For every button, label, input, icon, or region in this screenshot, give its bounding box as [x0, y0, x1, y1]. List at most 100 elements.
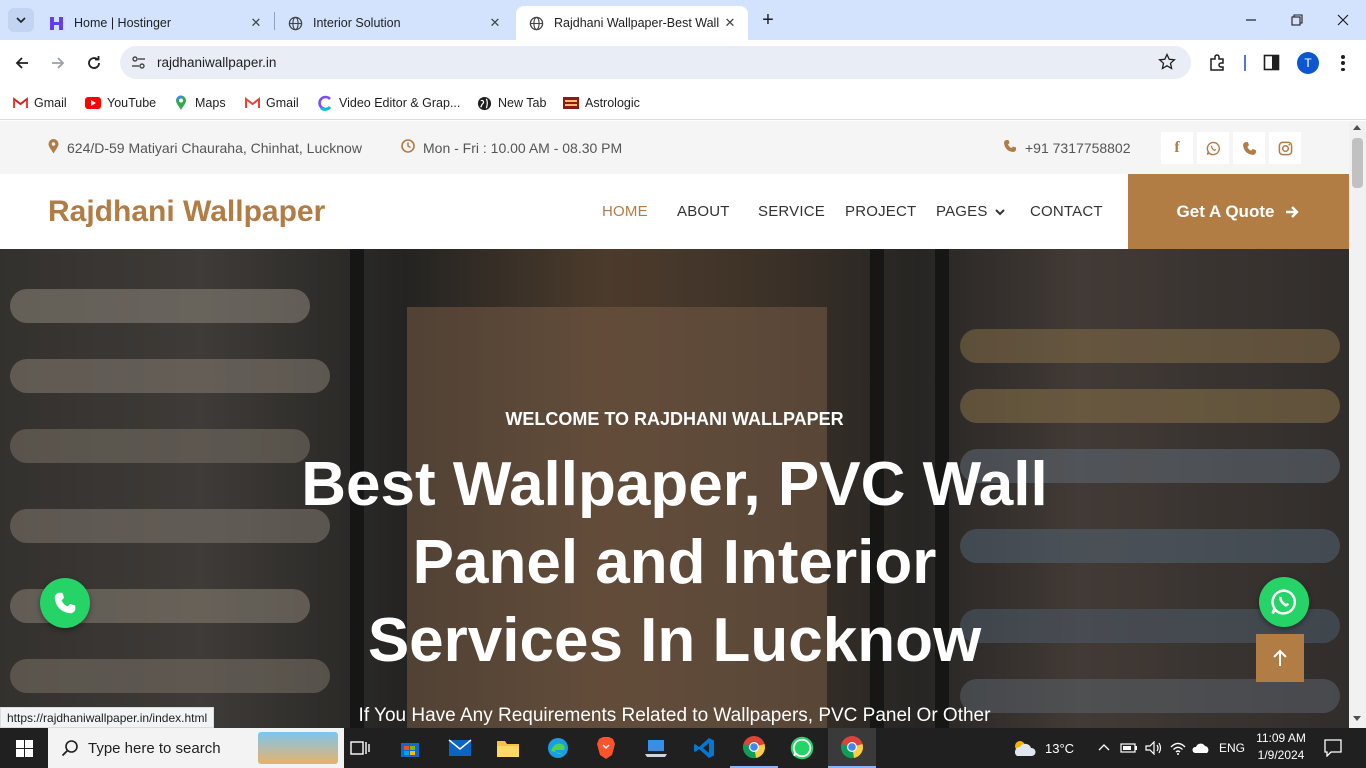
taskbar-chrome-profile[interactable]	[828, 728, 876, 768]
new-tab-button[interactable]: +	[756, 8, 780, 32]
mail-icon	[448, 739, 472, 756]
facebook-icon: f	[1174, 139, 1180, 156]
contact-topbar: 624/D-59 Matiyari Chauraha, Chinhat, Luc…	[0, 121, 1349, 174]
whatsapp-icon	[1271, 589, 1297, 615]
bookmarks-bar: Gmail YouTube Maps Gmail Video Editor & …	[0, 86, 1366, 120]
store-icon	[401, 743, 419, 757]
taskbar-laptop-app[interactable]	[632, 728, 680, 768]
nav-contact[interactable]: CONTACT	[1030, 203, 1103, 220]
start-button[interactable]	[0, 728, 48, 768]
tab-rajdhani-wallpaper[interactable]: Rajdhani Wallpaper-Best Wallpa ✕	[516, 6, 748, 40]
scrollbar-thumb[interactable]	[1352, 138, 1363, 188]
chrome-icon	[743, 736, 765, 759]
hours-info: Mon - Fri : 10.00 AM - 08.30 PM	[401, 139, 622, 156]
close-icon[interactable]: ✕	[485, 15, 505, 31]
get-quote-button[interactable]: Get A Quote	[1128, 174, 1349, 249]
reload-button[interactable]	[79, 48, 109, 78]
bookmark-gmail[interactable]: Gmail	[12, 93, 67, 113]
taskbar-chrome[interactable]	[730, 728, 778, 768]
chevron-down-icon	[994, 208, 1005, 215]
bookmark-new-tab[interactable]: New Tab	[476, 93, 546, 113]
search-icon	[61, 740, 78, 757]
bookmark-label: Gmail	[266, 96, 299, 110]
link-status-bubble: https://rajdhaniwallpaper.in/index.html	[0, 707, 215, 728]
notifications-icon[interactable]	[1324, 739, 1342, 757]
tab-hostinger[interactable]: Home | Hostinger ✕	[36, 6, 274, 40]
scroll-down-arrow-icon[interactable]	[1353, 716, 1361, 721]
nav-project[interactable]: PROJECT	[845, 203, 916, 220]
nav-pages[interactable]: PAGES	[936, 203, 1005, 220]
call-float-button[interactable]	[40, 578, 90, 628]
instagram-icon	[1278, 141, 1292, 155]
close-icon	[1337, 14, 1349, 26]
scroll-up-arrow-icon[interactable]	[1353, 125, 1361, 130]
taskbar-file-explorer[interactable]	[484, 728, 532, 768]
phone-info: +91 7317758802	[1003, 139, 1131, 156]
bookmark-label: Astrologic	[585, 96, 640, 110]
back-button[interactable]	[7, 48, 37, 78]
back-to-top-button[interactable]	[1256, 634, 1304, 682]
close-icon[interactable]: ✕	[720, 15, 740, 31]
clock[interactable]: 11:09 AM 1/9/2024	[1253, 731, 1309, 762]
tab-interior-solution[interactable]: Interior Solution ✕	[275, 6, 513, 40]
arrow-right-icon	[1286, 205, 1300, 218]
get-quote-label: Get A Quote	[1176, 201, 1275, 221]
menu-icon[interactable]	[1336, 53, 1350, 73]
clock-time: 11:09 AM	[1256, 731, 1306, 745]
reload-icon	[88, 56, 100, 69]
site-info-icon[interactable]	[130, 54, 147, 76]
extensions-icon[interactable]	[1208, 53, 1227, 77]
weather-widget[interactable]: 13°C	[1011, 738, 1074, 758]
close-icon[interactable]: ✕	[246, 15, 266, 31]
side-panel-icon[interactable]	[1263, 54, 1280, 76]
address-bar[interactable]: rajdhaniwallpaper.in	[120, 46, 1191, 79]
chrome-icon	[841, 736, 863, 759]
hours-text: Mon - Fri : 10.00 AM - 08.30 PM	[423, 139, 623, 156]
onedrive-icon[interactable]	[1192, 742, 1210, 754]
taskbar-edge[interactable]	[534, 728, 582, 768]
taskbar-whatsapp[interactable]	[778, 728, 826, 768]
phone-icon	[1003, 139, 1017, 156]
address-text: 624/D-59 Matiyari Chauraha, Chinhat, Luc…	[67, 140, 362, 156]
taskbar-vscode[interactable]	[680, 728, 728, 768]
close-window-button[interactable]	[1320, 0, 1366, 40]
bookmark-star-icon[interactable]	[1158, 52, 1176, 76]
task-view-button[interactable]	[336, 728, 384, 768]
volume-icon[interactable]	[1145, 741, 1163, 755]
taskbar-brave[interactable]	[582, 728, 630, 768]
nav-home[interactable]: HOME	[602, 203, 648, 220]
astrologic-icon	[563, 95, 579, 111]
bookmark-astrologic[interactable]: Astrologic	[563, 93, 640, 113]
whatsapp-link[interactable]	[1197, 132, 1229, 164]
bookmark-gmail-2[interactable]: Gmail	[244, 93, 299, 113]
web-page: 624/D-59 Matiyari Chauraha, Chinhat, Luc…	[0, 121, 1349, 728]
page-scrollbar[interactable]	[1349, 121, 1366, 728]
call-link[interactable]	[1233, 132, 1265, 164]
bookmark-video-editor[interactable]: Video Editor & Grap...	[317, 93, 460, 113]
taskbar-mail[interactable]	[436, 728, 484, 768]
forward-button[interactable]	[43, 48, 73, 78]
bookmark-youtube[interactable]: YouTube	[85, 93, 156, 113]
taskbar-store[interactable]	[386, 728, 434, 768]
profile-avatar[interactable]: T	[1297, 52, 1319, 74]
globe-icon	[476, 95, 492, 111]
facebook-link[interactable]: f	[1161, 132, 1193, 164]
taskbar-search-box[interactable]: Type here to search	[48, 728, 344, 768]
whatsapp-icon	[1206, 141, 1220, 155]
tab-search-button[interactable]	[8, 8, 34, 32]
wifi-icon[interactable]	[1170, 741, 1186, 755]
restore-button[interactable]	[1274, 0, 1320, 40]
minimize-button[interactable]	[1228, 0, 1274, 40]
chevron-up-icon[interactable]	[1098, 743, 1110, 753]
browser-toolbar: rajdhaniwallpaper.in T	[0, 40, 1366, 86]
hero-headline-line-1: Best Wallpaper, PVC Wall	[301, 450, 1048, 519]
nav-service[interactable]: SERVICE	[758, 203, 825, 220]
instagram-link[interactable]	[1269, 132, 1301, 164]
nav-about[interactable]: ABOUT	[677, 203, 730, 220]
whatsapp-float-button[interactable]	[1259, 577, 1309, 627]
hero-welcome-text: WELCOME TO RAJDHANI WALLPAPER	[505, 409, 844, 429]
language-indicator[interactable]: ENG	[1219, 741, 1245, 755]
bookmark-maps[interactable]: Maps	[173, 93, 226, 113]
battery-icon[interactable]	[1120, 742, 1138, 754]
brand-logo[interactable]: Rajdhani Wallpaper	[48, 195, 325, 229]
